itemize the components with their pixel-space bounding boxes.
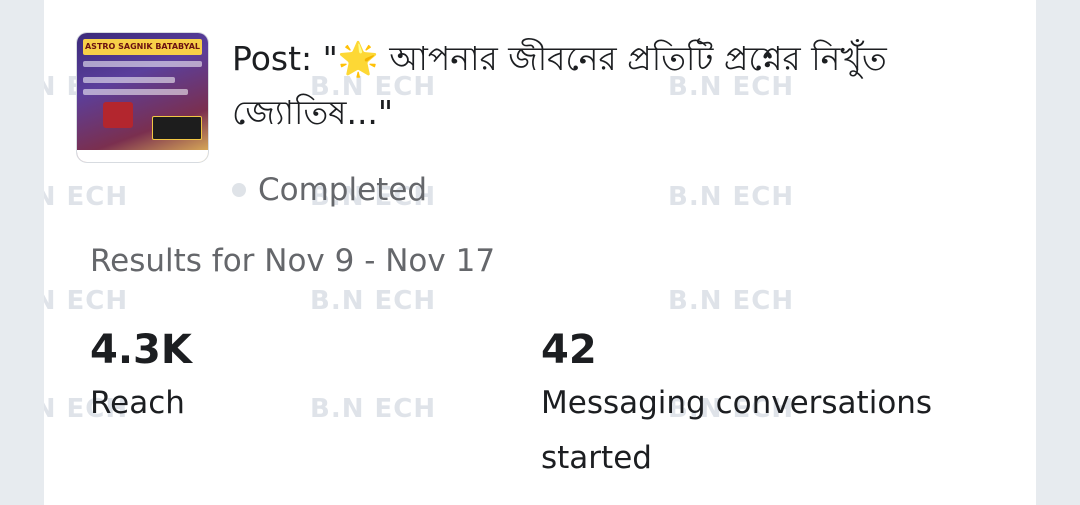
status-row: Completed: [232, 168, 427, 212]
metric-value: 42: [541, 327, 597, 373]
thumbnail-stripe: [83, 89, 188, 95]
watermark: B.N ECH: [310, 286, 437, 316]
results-date-range: Results for Nov 9 - Nov 17: [90, 243, 496, 279]
ad-results-card: B.N ECH B.N ECH B.N ECH B.N ECH B.N ECH …: [44, 0, 1036, 505]
metric-reach: 4.3K Reach: [90, 324, 490, 431]
thumbnail-stripe: [83, 61, 202, 67]
watermark: B.N ECH: [44, 286, 129, 316]
metric-value: 4.3K: [90, 327, 192, 373]
post-title[interactable]: Post: "🌟 আপনার জীবনের প্রতিটি প্রশ্নের ন…: [232, 32, 992, 140]
watermark: B.N ECH: [44, 182, 129, 212]
thumbnail-price-tag: [103, 102, 133, 128]
metric-label: Messaging conversations started: [541, 385, 933, 476]
status-dot-icon: [232, 183, 246, 197]
thumbnail-guarantee-badge: [152, 116, 202, 140]
thumbnail-footer: [77, 150, 208, 162]
status-text: Completed: [258, 172, 428, 208]
metric-label: Reach: [90, 385, 185, 421]
thumbnail-banner-text: ASTRO SAGNIK BATABYAL: [83, 39, 202, 55]
thumbnail-stripe: [83, 77, 175, 83]
watermark: B.N ECH: [668, 182, 795, 212]
watermark: B.N ECH: [668, 286, 795, 316]
metric-messaging-conversations: 42 Messaging conversations started: [541, 324, 1001, 486]
post-thumbnail[interactable]: ASTRO SAGNIK BATABYAL: [77, 33, 208, 162]
